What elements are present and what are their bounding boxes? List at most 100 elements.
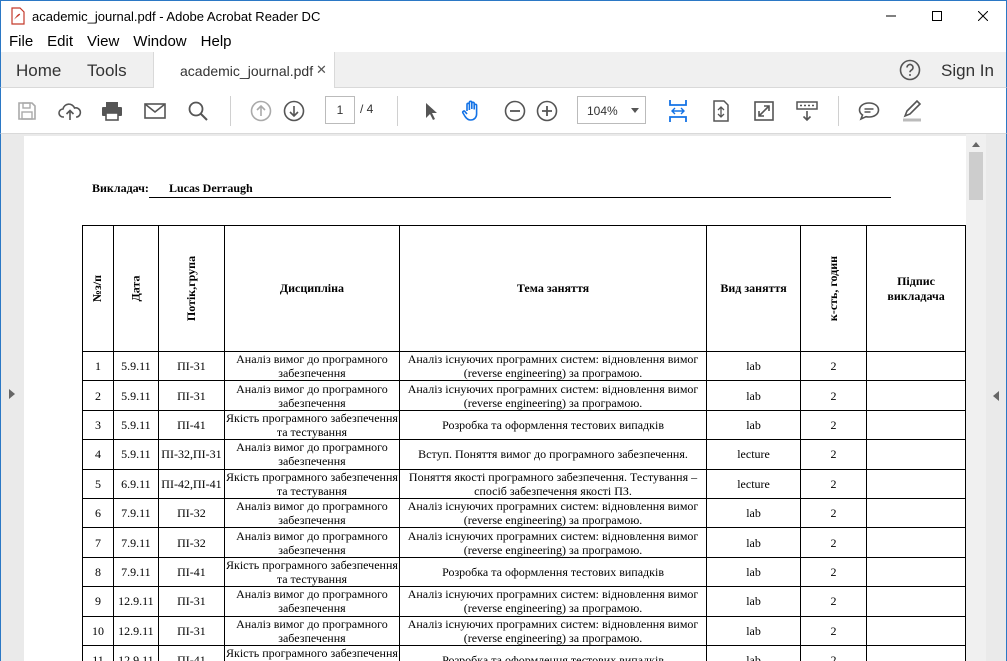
page-number-input[interactable]: 1	[325, 96, 355, 124]
cloud-upload-icon	[58, 103, 82, 120]
upload-button[interactable]	[57, 98, 83, 124]
cell-group: ПІ-32	[157, 527, 226, 558]
sign-in-link[interactable]: Sign In	[941, 61, 994, 81]
keyboard-scroll-icon	[796, 101, 818, 122]
save-button[interactable]	[14, 98, 40, 124]
fit-page-button[interactable]	[708, 98, 734, 124]
table-row: 7 7.9.11 ПІ-32 Аналіз вимог до програмного …	[82, 527, 966, 558]
expand-right-icon	[993, 391, 999, 401]
tab-document-label: academic_journal.pdf	[180, 63, 314, 79]
cell-discipline: Якість програмного забезпечення та тесту…	[224, 468, 400, 499]
arrow-down-circle-icon	[283, 100, 305, 122]
scrollbar-thumb[interactable]	[969, 152, 983, 200]
table-row: 4 5.9.11 ПІ-32,ПІ-31 Аналіз вимог до програ…	[82, 439, 966, 470]
menu-help[interactable]: Help	[194, 33, 239, 50]
cell-hours: 2	[799, 615, 868, 646]
cell-date: 5.9.11	[112, 409, 159, 441]
save-icon	[18, 102, 36, 120]
cell-group: ПІ-31	[157, 586, 226, 617]
cell-signature	[866, 644, 966, 661]
cell-type: lab	[706, 380, 801, 411]
cell-group: ПІ-31	[157, 380, 226, 411]
cell-type: lab	[706, 350, 801, 382]
cell-topic: Аналіз існуючих програмних систем: відно…	[398, 380, 708, 411]
table-row: 1 5.9.11 ПІ-31 Аналіз вимог до програмного …	[82, 350, 966, 382]
cell-hours: 2	[799, 527, 868, 558]
print-button[interactable]	[99, 98, 125, 124]
maximize-icon	[932, 11, 942, 21]
tab-tools[interactable]: Tools	[87, 61, 127, 81]
tab-document[interactable]: academic_journal.pdf ✕	[153, 52, 335, 88]
document-area: Викладач: Lucas Derraugh №з/п Дата Потік…	[0, 134, 1007, 661]
cell-discipline: Аналіз вимог до програмного забезпечення	[224, 439, 400, 470]
cell-group: ПІ-42,ПІ-41	[157, 468, 226, 499]
cell-type: lecture	[706, 468, 801, 499]
table-row: 11 12.9.11 ПІ-41 Якість програмного забезпе…	[82, 644, 966, 661]
hand-tool-button[interactable]	[459, 98, 485, 124]
right-panel-toggle[interactable]	[986, 134, 1006, 661]
expand-left-icon	[9, 389, 15, 399]
page-total: / 4	[360, 102, 374, 116]
header-discipline: Дисципліна	[224, 225, 400, 352]
comment-button[interactable]	[856, 98, 882, 124]
toolbar-separator	[230, 96, 231, 126]
cell-discipline: Якість програмного забезпечення та тесту…	[224, 409, 400, 441]
fit-width-button[interactable]	[665, 98, 691, 124]
menu-window[interactable]: Window	[126, 33, 193, 50]
close-window-button[interactable]	[960, 1, 1006, 31]
tab-home[interactable]: Home	[16, 61, 61, 81]
cell-signature	[866, 586, 966, 617]
maximize-button[interactable]	[914, 1, 960, 31]
search-button[interactable]	[185, 98, 211, 124]
minimize-button[interactable]	[868, 1, 914, 31]
cell-discipline: Аналіз вимог до програмного забезпечення	[224, 527, 400, 558]
cell-signature	[866, 527, 966, 558]
cell-discipline: Аналіз вимог до програмного забезпечення	[224, 615, 400, 646]
cell-hours: 2	[799, 468, 868, 499]
cell-date: 12.9.11	[112, 586, 159, 617]
left-panel-toggle[interactable]	[1, 134, 23, 661]
menu-view[interactable]: View	[80, 33, 126, 50]
zoom-out-button[interactable]	[502, 98, 528, 124]
cell-group: ПІ-41	[157, 644, 226, 661]
cell-number: 11	[82, 644, 114, 661]
scroll-up-icon[interactable]	[972, 142, 980, 147]
vertical-scrollbar[interactable]	[966, 134, 986, 661]
cell-group: ПІ-31	[157, 350, 226, 382]
tab-close-icon[interactable]: ✕	[316, 62, 327, 78]
email-button[interactable]	[142, 98, 168, 124]
table-row: 3 5.9.11 ПІ-41 Якість програмного забезпече…	[82, 409, 966, 441]
highlight-button[interactable]	[899, 98, 925, 124]
pdf-page: Викладач: Lucas Derraugh №з/п Дата Потік…	[24, 136, 966, 661]
table-row: 5 6.9.11 ПІ-42,ПІ-41 Якість програмного заб…	[82, 468, 966, 499]
cell-topic: Аналіз існуючих програмних систем: відно…	[398, 615, 708, 646]
help-button[interactable]	[899, 59, 921, 81]
full-screen-button[interactable]	[751, 98, 777, 124]
cell-type: lecture	[706, 439, 801, 470]
cell-number: 5	[82, 468, 114, 499]
cell-signature	[866, 380, 966, 411]
tab-bar: Home Tools academic_journal.pdf ✕ Sign I…	[0, 52, 1007, 88]
zoom-value: 104%	[587, 104, 618, 118]
previous-page-button[interactable]	[248, 98, 274, 124]
cell-group: ПІ-41	[157, 556, 226, 588]
zoom-in-button[interactable]	[534, 98, 560, 124]
zoom-select[interactable]: 104%	[577, 96, 646, 124]
header-hours: к-сть, годин	[799, 225, 868, 352]
cell-signature	[866, 615, 966, 646]
cell-date: 6.9.11	[112, 468, 159, 499]
cell-number: 3	[82, 409, 114, 441]
menu-edit[interactable]: Edit	[40, 33, 80, 50]
fit-page-icon	[713, 100, 729, 122]
cell-date: 5.9.11	[112, 439, 159, 470]
cell-hours: 2	[799, 380, 868, 411]
menu-file[interactable]: File	[1, 33, 40, 50]
cell-type: lab	[706, 556, 801, 588]
cell-topic: Розробка та оформлення тестових випадків	[398, 556, 708, 588]
select-tool-button[interactable]	[417, 98, 443, 124]
next-page-button[interactable]	[281, 98, 307, 124]
scroll-mode-button[interactable]	[794, 98, 820, 124]
cell-number: 6	[82, 497, 114, 529]
pointer-arrow-icon	[426, 103, 437, 120]
pen-highlight-icon	[903, 99, 922, 122]
